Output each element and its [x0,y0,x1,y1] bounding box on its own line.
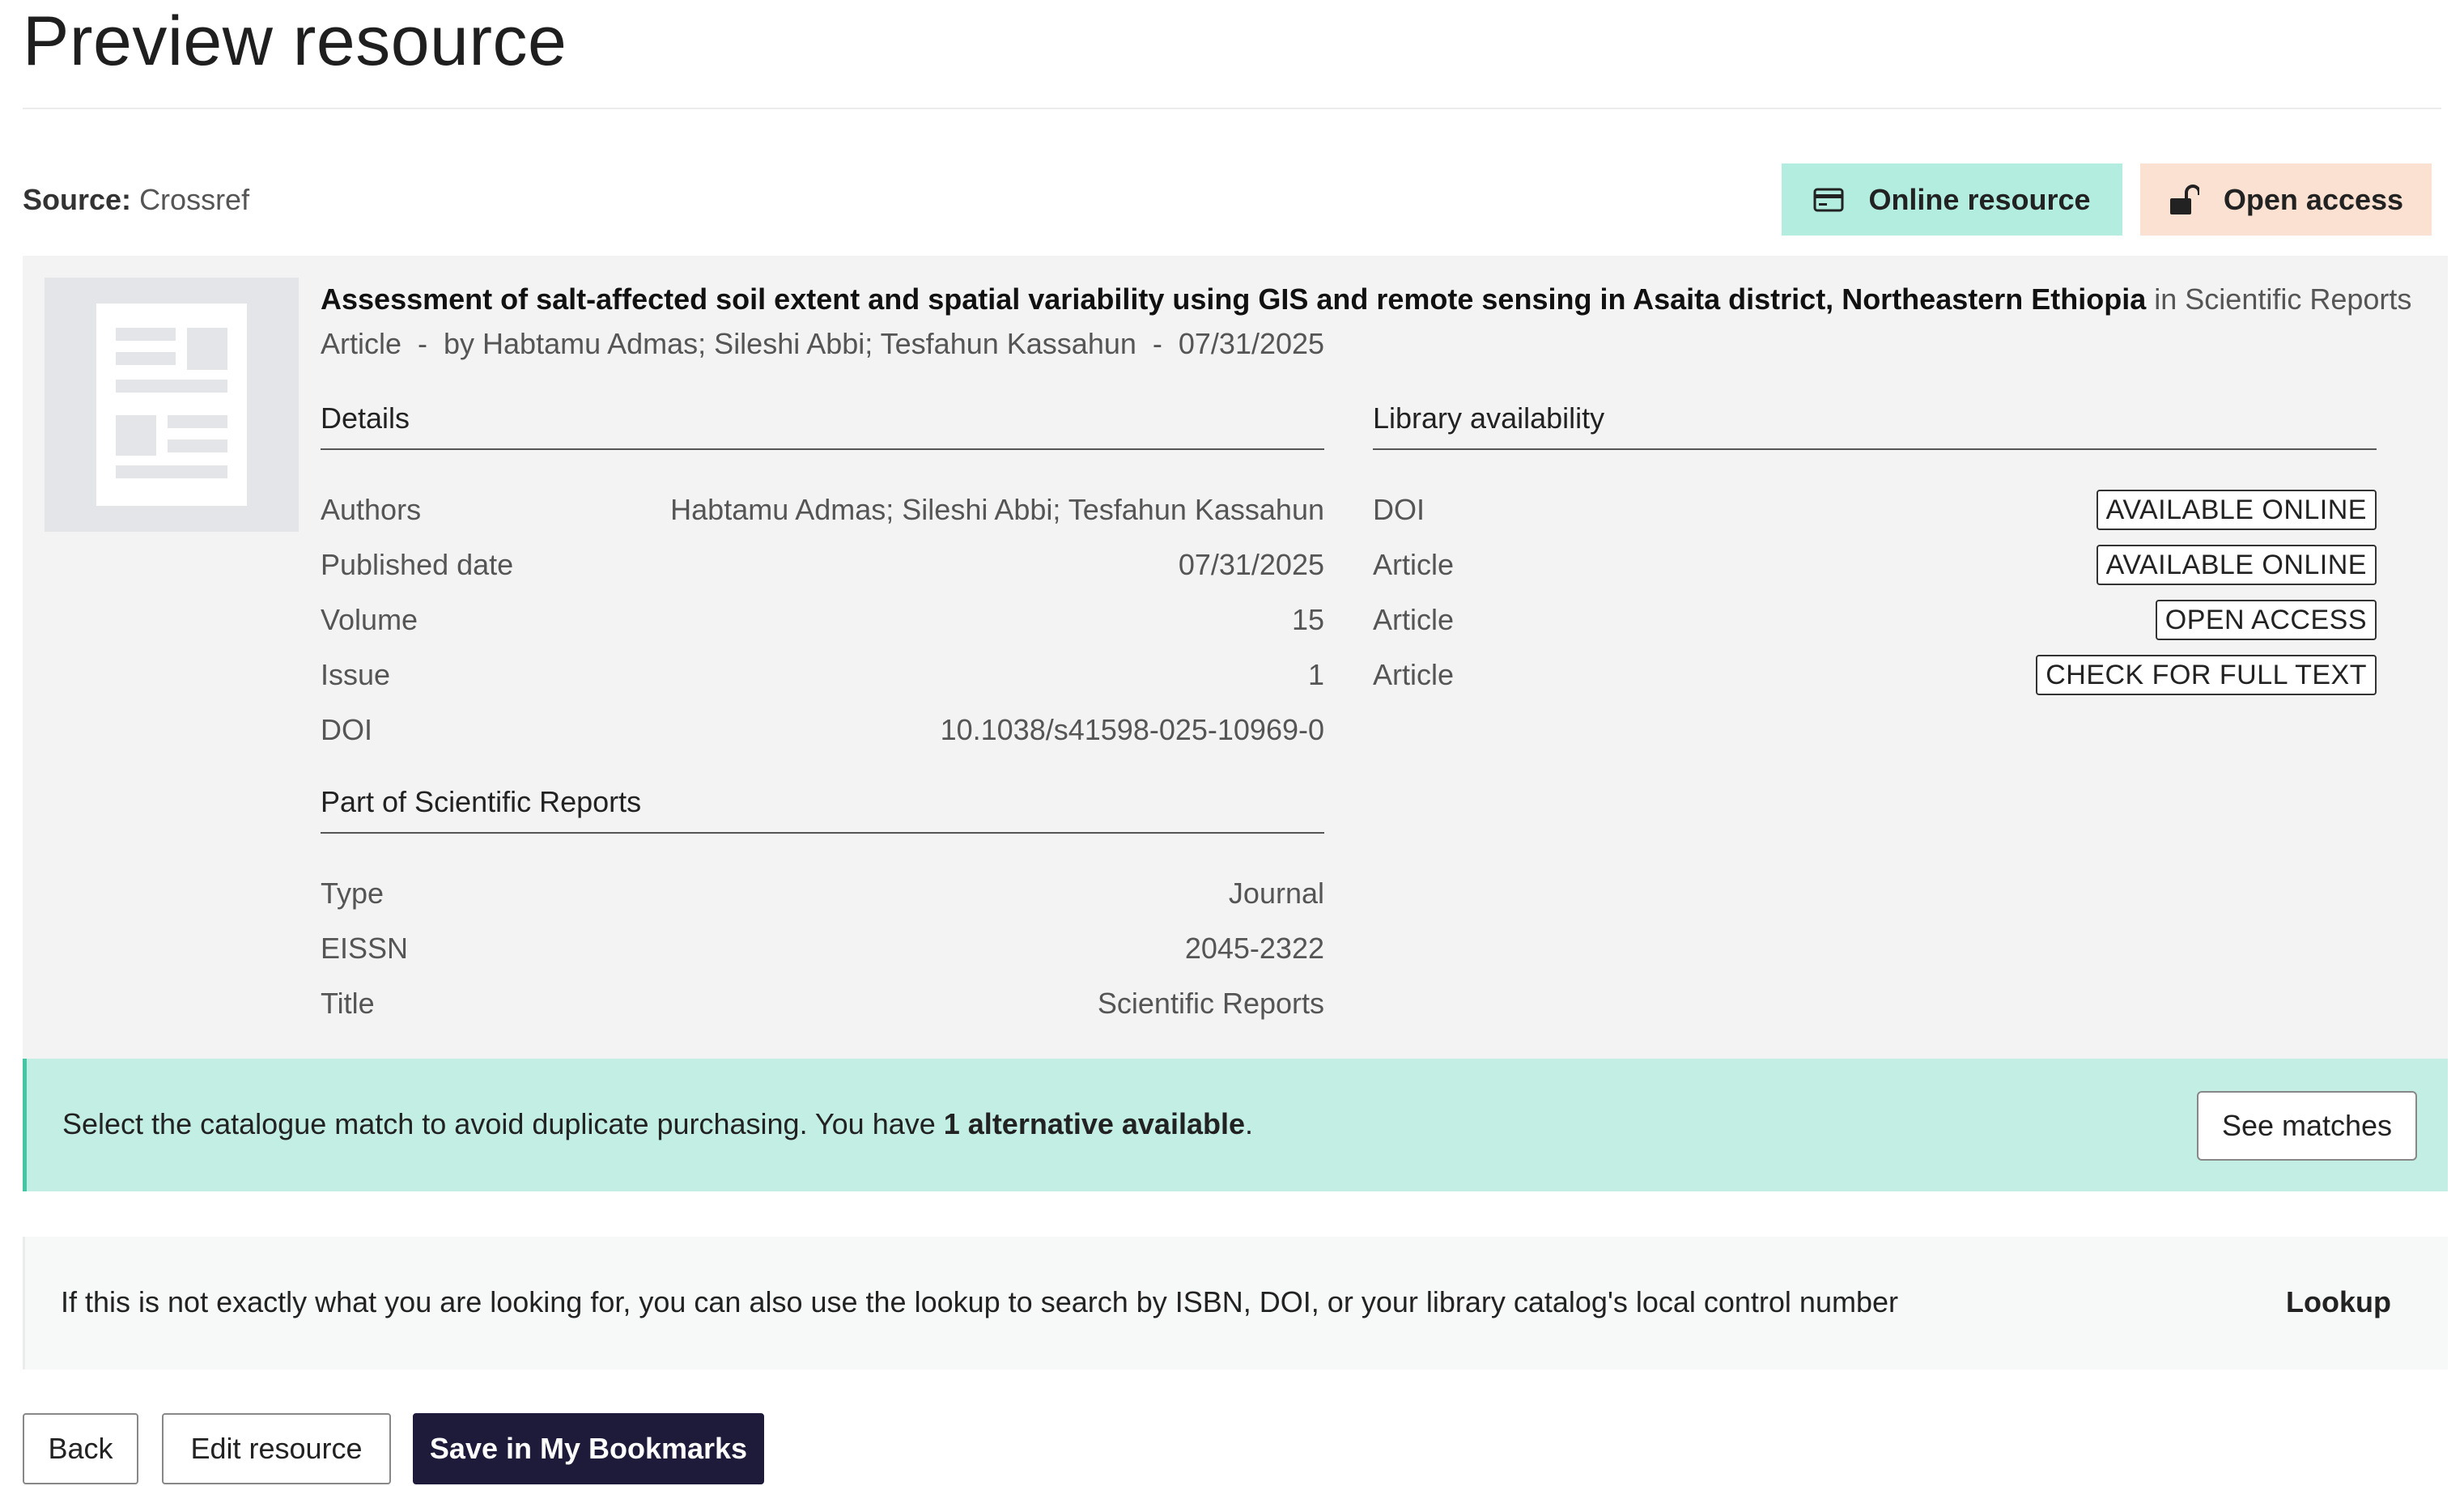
resource-card: Assessment of salt-affected soil extent … [23,256,2448,1059]
part-of-row-eissn: EISSN 2045-2322 [321,921,1324,976]
detail-label: Issue [321,658,391,691]
title-divider [23,108,2441,109]
detail-value: 07/31/2025 [1178,548,1324,581]
part-of-row-type: Type Journal [321,866,1324,921]
detail-value: 10.1038/s41598-025-10969-0 [940,713,1324,746]
availability-label: Article [1373,658,1455,691]
availability-badge[interactable]: CHECK FOR FULL TEXT [2036,655,2377,695]
credit-card-icon [1813,188,1844,212]
availability-row: DOI AVAILABLE ONLINE [1373,482,2377,537]
open-access-tag: Open access [2140,163,2432,236]
availability-badge[interactable]: AVAILABLE ONLINE [2096,490,2377,530]
availability-label: Article [1373,603,1455,636]
source-value: Crossref [139,183,250,216]
details-row-doi: DOI 10.1038/s41598-025-10969-0 [321,703,1324,758]
lookup-link[interactable]: Lookup [2286,1285,2391,1319]
detail-value: Habtamu Admas; Sileshi Abbi; Tesfahun Ka… [670,493,1324,526]
page-title: Preview resource [23,2,567,80]
back-button[interactable]: Back [23,1413,138,1484]
detail-value: Scientific Reports [1097,987,1324,1020]
part-of-section: Part of Scientific Reports Type Journal … [321,785,1324,1031]
detail-value: 1 [1307,658,1324,691]
preview-resource-page: Preview resource Source: Crossref Online… [0,0,2464,1486]
library-availability-heading: Library availability [1373,401,2377,450]
lookup-message: If this is not exactly what you are look… [61,1285,1898,1318]
details-section: Details Authors Habtamu Admas; Sileshi A… [321,401,1324,758]
catalogue-match-message: Select the catalogue match to avoid dupl… [62,1107,1253,1141]
detail-label: EISSN [321,932,409,965]
detail-label: Published date [321,548,514,581]
part-of-row-title: Title Scientific Reports [321,976,1324,1031]
availability-badge[interactable]: OPEN ACCESS [2155,600,2377,640]
match-text: Select the catalogue match to avoid dupl… [62,1107,944,1140]
availability-row: Article CHECK FOR FULL TEXT [1373,647,2377,703]
online-resource-label: Online resource [1868,182,2091,216]
match-count: 1 alternative available [943,1107,1245,1140]
catalogue-match-banner: Select the catalogue match to avoid dupl… [23,1059,2448,1191]
detail-label: Authors [321,493,422,526]
detail-label: Volume [321,603,418,636]
part-of-heading: Part of Scientific Reports [321,785,1324,834]
resource-title: Assessment of salt-affected soil extent … [321,282,2147,316]
see-matches-button[interactable]: See matches [2197,1091,2417,1161]
resource-meta: Article - by Habtamu Admas; Sileshi Abbi… [321,327,1325,360]
details-row-issue: Issue 1 [321,647,1324,703]
save-bookmarks-button[interactable]: Save in My Bookmarks [413,1413,764,1484]
online-resource-tag: Online resource [1782,163,2122,236]
library-availability-section: Library availability DOI AVAILABLE ONLIN… [1373,401,2377,703]
source-line: Source: Crossref [23,183,249,217]
availability-row: Article AVAILABLE ONLINE [1373,537,2377,592]
detail-label: Title [321,987,375,1020]
availability-row: Article OPEN ACCESS [1373,592,2377,647]
detail-value: Journal [1228,877,1324,910]
source-label: Source: [23,183,132,216]
detail-value: 15 [1291,603,1324,636]
details-heading: Details [321,401,1324,450]
details-row-authors: Authors Habtamu Admas; Sileshi Abbi; Tes… [321,482,1324,537]
resource-container: in Scientific Reports [2154,282,2412,316]
unlock-icon [2169,184,2199,216]
detail-label: DOI [321,713,373,746]
detail-value: 2045-2322 [1184,932,1324,965]
lookup-banner: If this is not exactly what you are look… [23,1237,2448,1369]
details-row-volume: Volume 15 [321,592,1324,647]
resource-title-line: Assessment of salt-affected soil extent … [321,280,2425,319]
availability-label: Article [1373,548,1455,581]
document-thumbnail-icon [45,278,299,532]
detail-label: Type [321,877,384,910]
open-access-label: Open access [2223,182,2404,216]
match-text-end: . [1244,1107,1253,1140]
details-row-published-date: Published date 07/31/2025 [321,537,1324,592]
availability-badge[interactable]: AVAILABLE ONLINE [2096,545,2377,585]
availability-label: DOI [1373,493,1425,526]
edit-resource-button[interactable]: Edit resource [162,1413,391,1484]
